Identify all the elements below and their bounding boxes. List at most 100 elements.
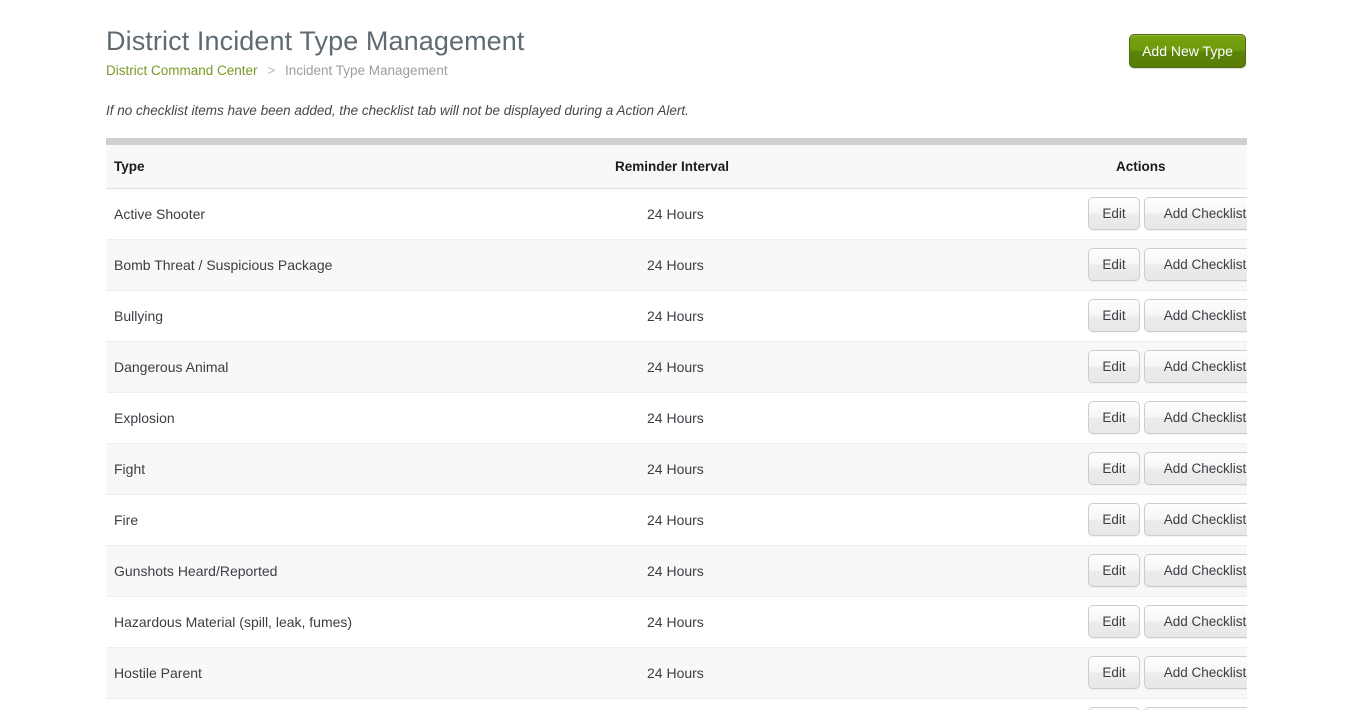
cell-reminder-interval: 24 Hours — [556, 596, 956, 648]
add-checklist-button[interactable]: Add Checklist — [1144, 299, 1247, 332]
reminder-interval-value: 24 Hours — [647, 307, 704, 324]
breadcrumb-link-district-command-center[interactable]: District Command Center — [106, 63, 258, 78]
column-header-actions: Actions — [956, 145, 1247, 189]
table-row: Gunshots Heard/Reported 24 Hours Edit Add C… — [106, 545, 1247, 597]
action-button-group: EditAdd ChecklistPanicDelete — [1088, 605, 1247, 638]
action-button-group: EditAdd ChecklistPanicDelete — [1088, 197, 1247, 230]
action-button-group: EditAdd ChecklistPanicDelete — [1088, 503, 1247, 536]
add-checklist-button[interactable]: Add Checklist — [1144, 197, 1247, 230]
table-row: Hostile Parent 24 Hours EditAdd ChecklistP… — [106, 647, 1247, 699]
page-title: District Incident Type Management — [106, 26, 525, 56]
cell-reminder-interval: 24 Hours — [556, 188, 956, 240]
edit-button[interactable]: Edit — [1088, 299, 1140, 332]
cell-reminder-interval: 24 Hours — [556, 545, 956, 597]
cell-actions: EditAdd ChecklistPanicDelete — [956, 341, 1247, 393]
cell-incident-type: Fight — [106, 443, 556, 495]
breadcrumb-separator: > — [267, 63, 276, 78]
breadcrumb-current-page: Incident Type Management — [284, 63, 448, 78]
cell-incident-type: Hostile Parent — [106, 647, 556, 699]
add-checklist-button[interactable]: Add Checklist — [1144, 554, 1247, 587]
reminder-interval-value: 24 Hours — [647, 409, 704, 426]
breadcrumb: District Command Center > Incident Type … — [106, 62, 1247, 80]
edit-button[interactable]: Edit — [1088, 197, 1140, 230]
table-row: Bullying 24 Hours EditAdd ChecklistPanicDe… — [106, 290, 1247, 342]
add-checklist-button[interactable]: Add Checklist — [1144, 503, 1247, 536]
action-button-group: EditAdd ChecklistPanicDelete — [1088, 299, 1247, 332]
reminder-interval-value: 24 Hours — [647, 664, 704, 681]
cell-incident-type: Bomb Threat / Suspicious Package — [106, 239, 556, 291]
table-row: Dangerous Animal 24 Hours Edit Add Checklis… — [106, 341, 1247, 393]
action-button-group: EditAdd ChecklistPanicDelete — [1088, 248, 1247, 281]
cell-reminder-interval: 24 Hours — [556, 647, 956, 699]
edit-button[interactable]: Edit — [1088, 656, 1140, 689]
action-button-group: EditAdd ChecklistPanicDelete — [1088, 554, 1247, 587]
table-row: EditAdd ChecklistPanicDelete — [106, 698, 1247, 710]
table-head: Type Reminder Interval Actions — [106, 145, 1247, 189]
action-button-group: EditAdd ChecklistPanicDelete — [1088, 350, 1247, 383]
cell-incident-type: Active Shooter — [106, 188, 556, 240]
edit-button[interactable]: Edit — [1088, 554, 1140, 587]
cell-actions: EditAdd ChecklistPanicDelete — [956, 647, 1247, 699]
edit-button[interactable]: Edit — [1088, 605, 1140, 638]
column-header-reminder-interval: Reminder Interval — [556, 145, 956, 189]
table-row: Fire 24 Hours EditAdd ChecklistPanicDelete — [106, 494, 1247, 546]
table-row: Fight 24 Hours EditAdd ChecklistPanicDelet… — [106, 443, 1247, 495]
table-row: Bomb Threat / Suspicious Package 24 Hours… — [106, 239, 1247, 291]
cell-reminder-interval: 24 Hours — [556, 443, 956, 495]
add-checklist-button[interactable]: Add Checklist — [1144, 401, 1247, 434]
cell-incident-type: Bullying — [106, 290, 556, 342]
add-checklist-button[interactable]: Add Checklist — [1144, 452, 1247, 485]
page-header: District Incident Type Management Distri… — [106, 24, 1247, 84]
cell-incident-type: Explosion — [106, 392, 556, 444]
edit-button[interactable]: Edit — [1088, 452, 1140, 485]
cell-incident-type: Dangerous Animal — [106, 341, 556, 393]
reminder-interval-value: 24 Hours — [647, 511, 704, 528]
cell-reminder-interval: 24 Hours — [556, 290, 956, 342]
cell-incident-type: Gunshots Heard/Reported — [106, 545, 556, 597]
table-row: Active Shooter 24 Hours EditAdd ChecklistP… — [106, 188, 1247, 240]
table-body: Active Shooter 24 Hours EditAdd ChecklistP… — [106, 188, 1247, 710]
add-new-type-button[interactable]: Add New Type — [1129, 34, 1246, 68]
cell-reminder-interval: 24 Hours — [556, 341, 956, 393]
table-top-accent-bar — [106, 138, 1247, 145]
cell-actions: EditAdd ChecklistPanicDelete — [956, 596, 1247, 648]
reminder-interval-value: 24 Hours — [647, 460, 704, 477]
column-header-actions-label: Actions — [1116, 158, 1166, 174]
column-header-reminder-interval-label: Reminder Interval — [615, 158, 730, 174]
cell-actions: EditAdd ChecklistPanicDelete — [956, 188, 1247, 240]
column-header-type: Type — [106, 145, 556, 189]
edit-button[interactable]: Edit — [1088, 401, 1140, 434]
table-row: Explosion 24 Hours EditAdd ChecklistPanicD… — [106, 392, 1247, 444]
cell-reminder-interval — [556, 698, 956, 710]
cell-reminder-interval: 24 Hours — [556, 392, 956, 444]
cell-incident-type — [106, 698, 556, 710]
cell-actions: EditAdd ChecklistPanicDelete — [956, 545, 1247, 597]
cell-reminder-interval: 24 Hours — [556, 239, 956, 291]
table-header-row: Type Reminder Interval Actions — [106, 145, 1247, 189]
checklist-note: If no checklist items have been added, t… — [106, 103, 689, 118]
add-checklist-button[interactable]: Add Checklist — [1144, 656, 1247, 689]
cell-actions: EditAdd ChecklistPanicDelete — [956, 239, 1247, 291]
edit-button[interactable]: Edit — [1088, 503, 1140, 536]
edit-button[interactable]: Edit — [1088, 248, 1140, 281]
edit-button[interactable]: Edit — [1088, 350, 1140, 383]
page-root: District Incident Type Management Distri… — [0, 0, 1355, 710]
cell-actions: EditAdd ChecklistPanicDelete — [956, 698, 1247, 710]
cell-actions: EditAdd ChecklistPanicDelete — [956, 494, 1247, 546]
action-button-group: EditAdd ChecklistPanicDelete — [1088, 452, 1247, 485]
add-checklist-button[interactable]: Add Checklist — [1144, 605, 1247, 638]
table-row: Hazardous Material (spill, leak, fumes) 2… — [106, 596, 1247, 648]
add-checklist-button[interactable]: Add Checklist — [1144, 350, 1247, 383]
reminder-interval-value: 24 Hours — [647, 205, 704, 222]
cell-actions: EditAdd ChecklistPanicDelete — [956, 392, 1247, 444]
add-checklist-button[interactable]: Add Checklist — [1144, 248, 1247, 281]
cell-incident-type: Fire — [106, 494, 556, 546]
reminder-interval-value: 24 Hours — [647, 358, 704, 375]
reminder-interval-value: 24 Hours — [647, 562, 704, 579]
cell-reminder-interval: 24 Hours — [556, 494, 956, 546]
cell-actions: EditAdd ChecklistPanicDelete — [956, 290, 1247, 342]
incident-type-table: Type Reminder Interval Actions Active Sh… — [106, 145, 1247, 710]
action-button-group: EditAdd ChecklistPanicDelete — [1088, 401, 1247, 434]
reminder-interval-value: 24 Hours — [647, 256, 704, 273]
cell-actions: EditAdd ChecklistPanicDelete — [956, 443, 1247, 495]
